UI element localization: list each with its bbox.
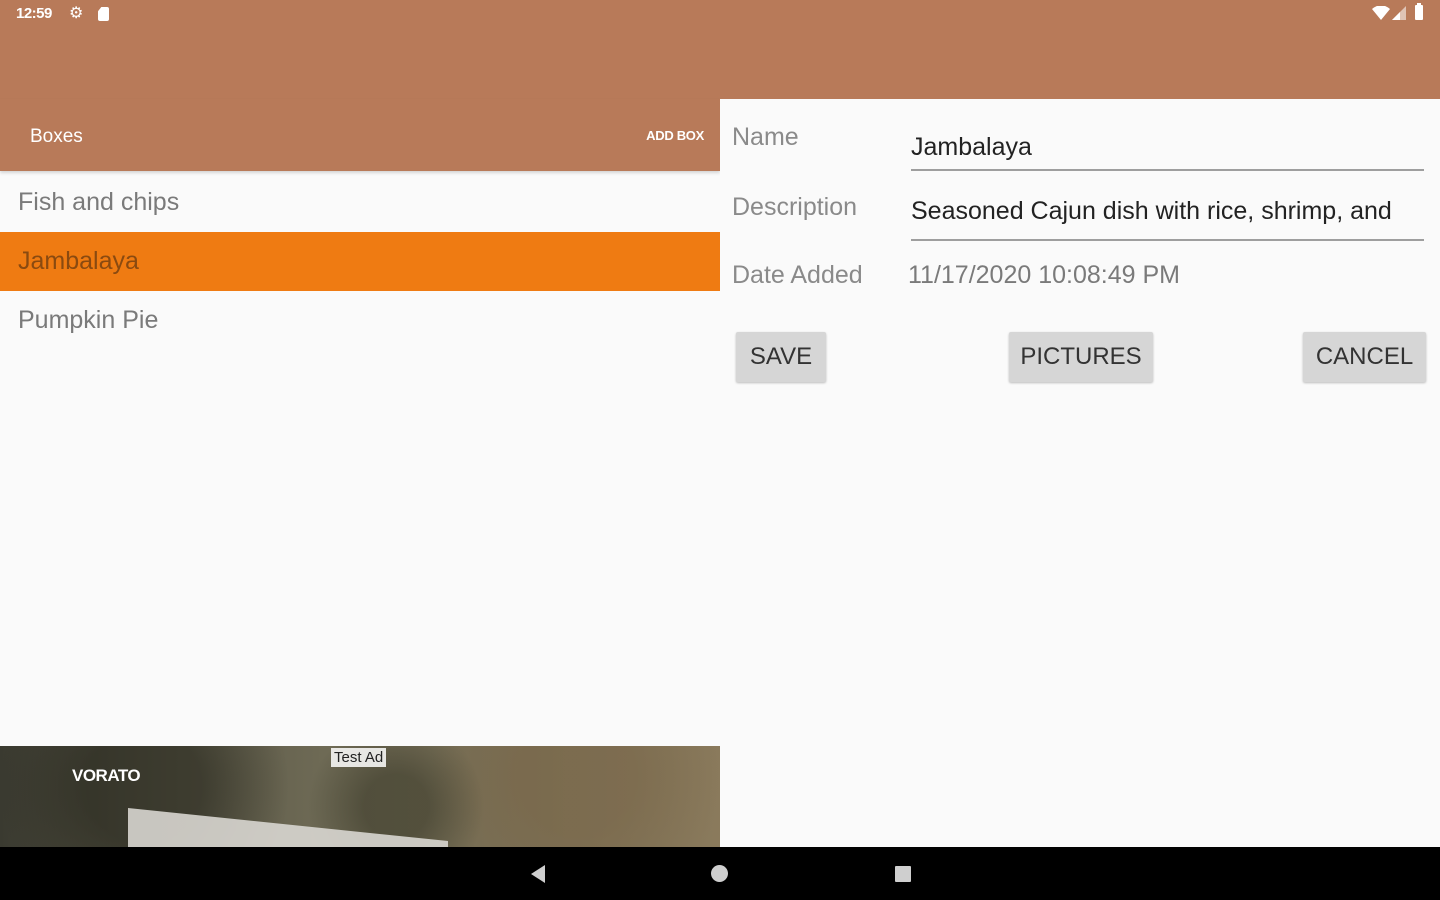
list-item-pumpkin-pie[interactable]: Pumpkin Pie	[0, 291, 720, 350]
date-added-label: Date Added	[732, 261, 863, 289]
date-added-value: 11/17/2020 10:08:49 PM	[908, 261, 1180, 289]
app-screen: 12:59 ⚙ Boxes ADD BOX Fish and chips Jam…	[0, 0, 1440, 900]
save-button[interactable]: SAVE	[736, 332, 826, 382]
status-time: 12:59	[16, 5, 52, 22]
back-icon[interactable]	[531, 865, 545, 883]
ad-banner[interactable]: VORATO Test Ad	[0, 746, 720, 847]
toolbar-title: Boxes	[30, 126, 83, 147]
list-item-fish-and-chips[interactable]: Fish and chips	[0, 173, 720, 232]
add-box-button[interactable]: ADD BOX	[646, 128, 704, 143]
cancel-button[interactable]: CANCEL	[1303, 332, 1426, 382]
status-bar: 12:59 ⚙	[0, 0, 1440, 99]
battery-icon	[1415, 3, 1423, 20]
list-item-jambalaya[interactable]: Jambalaya	[0, 232, 720, 291]
description-label: Description	[732, 193, 858, 221]
detail-panel: Name Jambalaya Description Seasoned Caju…	[720, 99, 1440, 847]
ad-brand: VORATO	[72, 766, 141, 785]
recents-icon[interactable]	[895, 866, 911, 882]
boxes-toolbar: Boxes ADD BOX	[0, 99, 720, 171]
navigation-bar	[0, 847, 1440, 900]
sd-card-icon	[98, 7, 109, 21]
gear-icon: ⚙	[69, 5, 84, 22]
signal-icon	[1392, 6, 1406, 20]
name-label: Name	[732, 123, 799, 151]
home-icon[interactable]	[711, 865, 728, 882]
box-list: Fish and chips Jambalaya Pumpkin Pie	[0, 173, 720, 350]
pictures-button[interactable]: PICTURES	[1009, 332, 1153, 382]
wifi-icon	[1372, 6, 1390, 20]
name-field[interactable]: Jambalaya	[911, 133, 1424, 171]
description-field[interactable]: Seasoned Cajun dish with rice, shrimp, a…	[911, 197, 1424, 241]
ad-label: Test Ad	[331, 748, 387, 767]
